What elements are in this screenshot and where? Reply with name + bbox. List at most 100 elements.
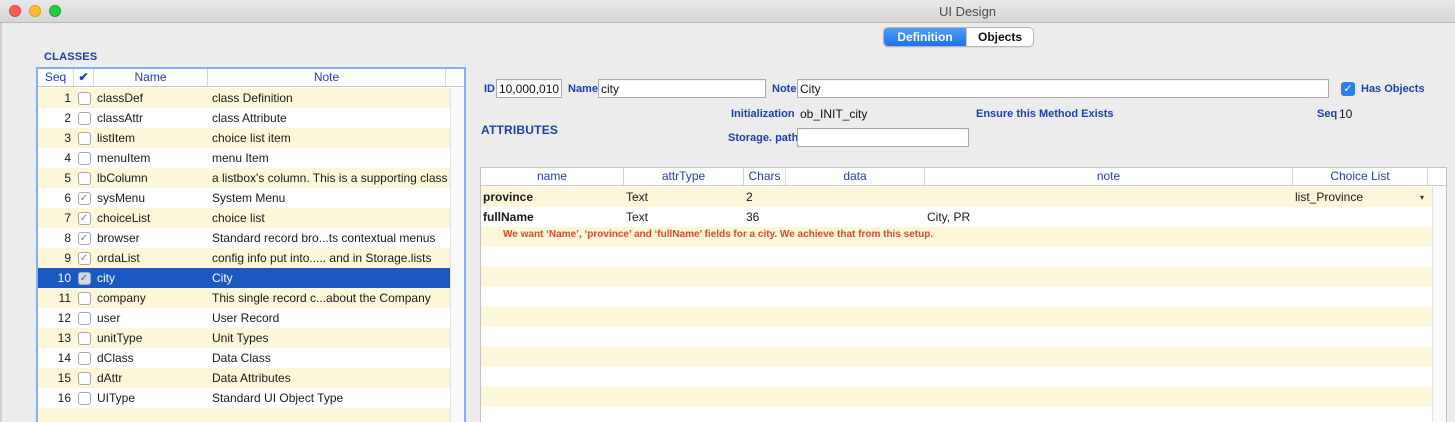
class-row[interactable]: 7 ✓ choiceList choice list bbox=[38, 208, 464, 228]
column-header-note[interactable]: Note bbox=[208, 69, 446, 86]
class-check-cell bbox=[74, 171, 94, 185]
class-row[interactable]: 8 ✓ browser Standard record bro...ts contex… bbox=[38, 228, 464, 248]
class-name: dAttr bbox=[97, 371, 123, 385]
class-checkbox[interactable]: ✓ bbox=[77, 191, 91, 205]
tab-objects[interactable]: Objects bbox=[966, 28, 1033, 46]
class-check-cell bbox=[74, 151, 94, 165]
class-seq: 8 bbox=[64, 231, 71, 245]
attr-name: fullName bbox=[483, 210, 534, 224]
class-note: Data Attributes bbox=[212, 371, 291, 385]
class-row[interactable]: 15 dAttr Data Attributes bbox=[38, 368, 464, 388]
attribute-row[interactable]: fullName Text 36 City, PR bbox=[481, 207, 1446, 227]
class-seq: 14 bbox=[57, 351, 71, 365]
attr-type: Text bbox=[626, 190, 649, 204]
dropdown-arrow-icon[interactable]: ▾ bbox=[1420, 190, 1424, 204]
checkmark-icon: ✓ bbox=[79, 252, 89, 264]
class-note: Standard UI Object Type bbox=[212, 391, 344, 405]
column-header-choice-list[interactable]: Choice List bbox=[1293, 168, 1428, 185]
column-header-name[interactable]: Name bbox=[94, 69, 208, 86]
checkmark-icon: ✓ bbox=[79, 232, 89, 244]
class-name: listItem bbox=[97, 131, 136, 145]
attr-choice-value: list_Province bbox=[1295, 190, 1364, 204]
class-checkbox[interactable] bbox=[77, 131, 91, 145]
class-row[interactable]: 12 user User Record bbox=[38, 308, 464, 328]
class-check-cell: ✓ bbox=[74, 231, 94, 245]
class-checkbox[interactable] bbox=[77, 291, 91, 305]
class-row[interactable]: 14 dClass Data Class bbox=[38, 348, 464, 368]
class-checkbox[interactable]: ✓ bbox=[77, 211, 91, 225]
class-check-cell bbox=[74, 331, 94, 345]
class-check-cell bbox=[74, 351, 94, 365]
column-header-data[interactable]: data bbox=[786, 168, 925, 185]
class-checkbox[interactable] bbox=[77, 311, 91, 325]
class-row[interactable]: 1 classDef class Definition bbox=[38, 88, 464, 108]
class-row[interactable]: 11 company This single record c...about th… bbox=[38, 288, 464, 308]
class-row[interactable]: 4 menuItem menu Item bbox=[38, 148, 464, 168]
attr-chars: 2 bbox=[746, 190, 753, 204]
note-field[interactable] bbox=[797, 79, 1329, 98]
attributes-list-header: name attrType Chars data note Choice Lis… bbox=[481, 168, 1446, 186]
class-checkbox[interactable] bbox=[77, 371, 91, 385]
column-header-check[interactable]: ✔ bbox=[74, 69, 94, 86]
class-checkbox[interactable]: ✓ bbox=[77, 251, 91, 265]
storage-path-field[interactable] bbox=[797, 128, 969, 147]
class-checkbox[interactable]: ✓ bbox=[77, 231, 91, 245]
ensure-method-link[interactable]: Ensure this Method Exists bbox=[976, 108, 1114, 120]
class-row[interactable]: 10 ✓ city City bbox=[38, 268, 464, 288]
class-name: ordaList bbox=[97, 251, 140, 265]
has-objects-checkbox[interactable]: ✓ bbox=[1341, 82, 1355, 96]
attr-choice-list[interactable]: list_Province ▾ bbox=[1293, 190, 1428, 204]
attribute-row[interactable]: province Text 2 list_Province ▾ bbox=[481, 187, 1446, 207]
class-row[interactable]: 16 UIType Standard UI Object Type bbox=[38, 388, 464, 408]
classes-rows: 1 classDef class Definition 2 classAttr class… bbox=[38, 88, 464, 422]
column-header-chars[interactable]: Chars bbox=[744, 168, 786, 185]
id-field[interactable] bbox=[496, 79, 562, 98]
class-row[interactable]: 3 listItem choice list item bbox=[38, 128, 464, 148]
attributes-scrollbar[interactable] bbox=[1432, 187, 1446, 422]
class-seq: 15 bbox=[57, 371, 71, 385]
attribute-row-empty bbox=[481, 347, 1446, 367]
column-header-attr-name[interactable]: name bbox=[481, 168, 624, 185]
class-checkbox[interactable] bbox=[77, 111, 91, 125]
class-check-cell bbox=[74, 311, 94, 325]
name-field[interactable] bbox=[598, 79, 766, 98]
class-row[interactable]: 5 lbColumn a listbox's column. This is a s… bbox=[38, 168, 464, 188]
tab-definition[interactable]: Definition bbox=[884, 28, 966, 46]
class-name: classAttr bbox=[97, 111, 144, 125]
seq-label: Seq bbox=[1317, 108, 1338, 120]
class-check-cell bbox=[74, 391, 94, 405]
checkmark-icon: ✓ bbox=[1343, 83, 1353, 95]
classes-scrollbar[interactable] bbox=[450, 88, 464, 422]
attr-chars: 36 bbox=[746, 210, 760, 224]
class-row[interactable]: 6 ✓ sysMenu System Menu bbox=[38, 188, 464, 208]
class-note: a listbox's column. This is a supporting… bbox=[212, 171, 448, 185]
attributes-section-title: ATTRIBUTES bbox=[481, 123, 559, 137]
class-note: This single record c...about the Company bbox=[212, 291, 431, 305]
class-row[interactable]: 9 ✓ ordaList config info put into..... and … bbox=[38, 248, 464, 268]
class-name: lbColumn bbox=[97, 171, 148, 185]
class-row[interactable]: 2 classAttr class Attribute bbox=[38, 108, 464, 128]
attributes-list[interactable]: name attrType Chars data note Choice Lis… bbox=[480, 167, 1447, 422]
attr-type: Text bbox=[626, 210, 649, 224]
class-checkbox[interactable] bbox=[77, 351, 91, 365]
class-checkbox[interactable] bbox=[77, 151, 91, 165]
class-check-cell: ✓ bbox=[74, 271, 94, 285]
class-seq: 16 bbox=[57, 391, 71, 405]
class-row[interactable]: 13 unitType Unit Types bbox=[38, 328, 464, 348]
class-checkbox[interactable] bbox=[77, 391, 91, 405]
class-checkbox[interactable]: ✓ bbox=[77, 271, 91, 285]
class-note: choice list bbox=[212, 211, 265, 225]
class-seq: 12 bbox=[57, 311, 71, 325]
class-seq: 5 bbox=[64, 171, 71, 185]
class-seq: 11 bbox=[58, 291, 71, 305]
class-checkbox[interactable] bbox=[77, 91, 91, 105]
column-header-seq[interactable]: Seq bbox=[38, 69, 74, 86]
class-note: Data Class bbox=[212, 351, 271, 365]
window-left-edge bbox=[0, 23, 2, 422]
column-header-attrtype[interactable]: attrType bbox=[624, 168, 744, 185]
column-header-attr-note[interactable]: note bbox=[925, 168, 1293, 185]
classes-list[interactable]: Seq ✔ Name Note 1 classDef class Definitio… bbox=[36, 67, 466, 422]
class-checkbox[interactable] bbox=[77, 331, 91, 345]
class-checkbox[interactable] bbox=[77, 171, 91, 185]
class-seq: 2 bbox=[64, 111, 71, 125]
